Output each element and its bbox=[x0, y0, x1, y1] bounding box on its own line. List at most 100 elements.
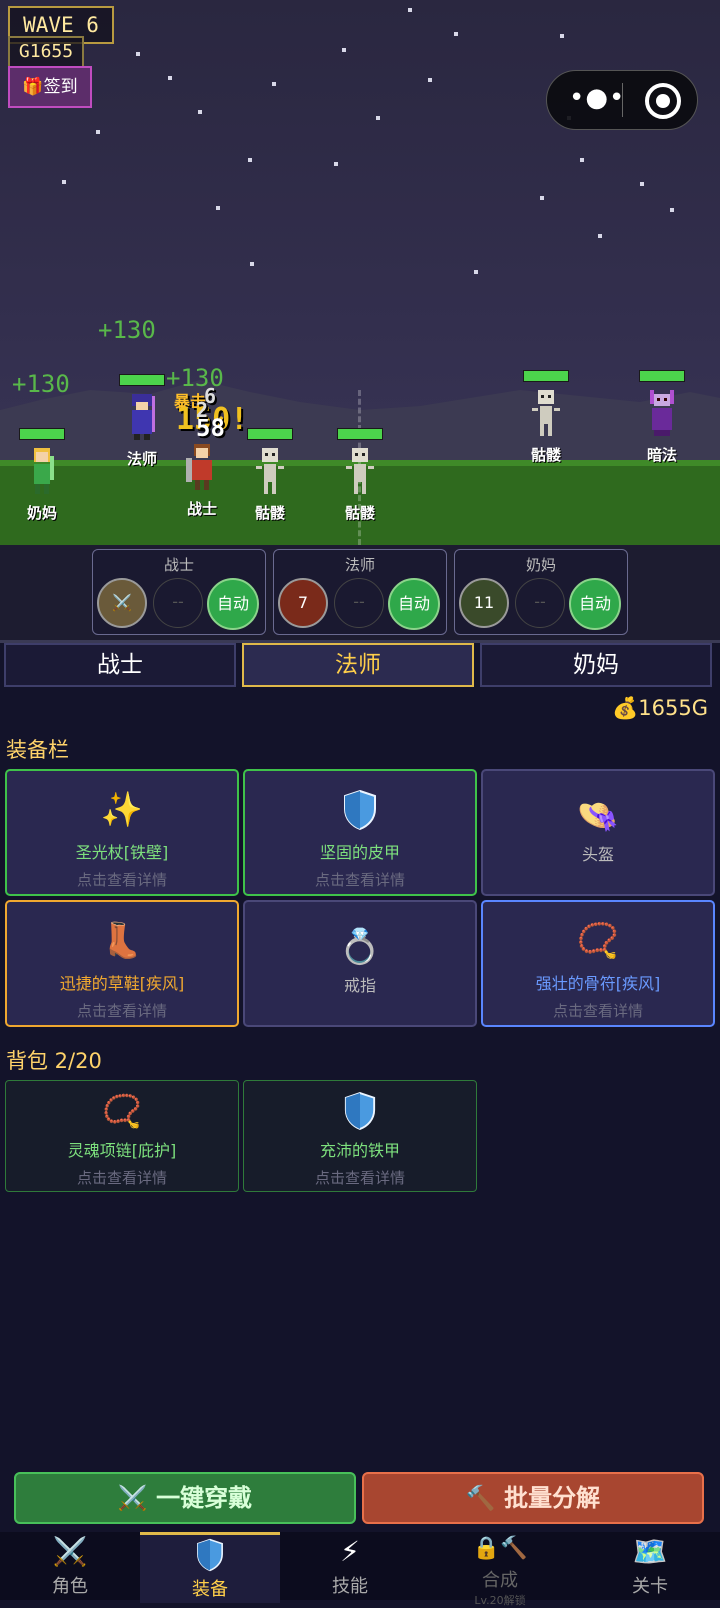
skeleton-sprite bbox=[532, 390, 560, 436]
hero-card-name: 战士 bbox=[163, 556, 194, 574]
bag-item[interactable]: 📿 灵魂项链[庇护] 点击查看详情 bbox=[5, 1080, 239, 1192]
unit-name: 暗法 bbox=[646, 446, 677, 464]
backpack-section-title: 背包 2/20 bbox=[6, 1049, 102, 1073]
helmet-icon: 👒 bbox=[576, 796, 620, 836]
heal-number: +130 bbox=[98, 316, 156, 344]
skill-slot-fire-icon[interactable]: 7 bbox=[278, 578, 328, 628]
star bbox=[428, 78, 432, 82]
bag-item-detail-hint: 点击查看详情 bbox=[76, 1169, 167, 1187]
auto-toggle-button[interactable]: 自动 bbox=[207, 578, 259, 630]
star bbox=[540, 196, 544, 200]
auto-toggle-button[interactable]: 自动 bbox=[569, 578, 621, 630]
nav-stages[interactable]: 🗺️ 关卡 bbox=[580, 1532, 720, 1600]
skeleton-sprite bbox=[256, 448, 284, 494]
bottom-nav: ⚔️ 角色 装备 ⚡ 技能 🔒🔨 合成 Lv.20解锁 🗺️ 关卡 bbox=[0, 1532, 720, 1607]
hp-bar bbox=[19, 428, 65, 440]
unit-dark-mage: 暗法 bbox=[632, 370, 692, 465]
nav-label: 角色 bbox=[52, 1576, 88, 1597]
skill-slot-heart-icon[interactable]: 11 bbox=[459, 578, 509, 628]
tab-nanny[interactable]: 奶妈 bbox=[480, 643, 712, 687]
ring-icon: 💍 bbox=[338, 927, 382, 967]
batch-salvage-button[interactable]: 🔨 批量分解 bbox=[362, 1472, 704, 1524]
tab-warrior[interactable]: 战士 bbox=[4, 643, 236, 687]
auto-toggle-button[interactable]: 自动 bbox=[388, 578, 440, 630]
signin-label: 签到 bbox=[43, 77, 78, 97]
star bbox=[670, 208, 674, 212]
equip-detail-hint: 点击查看详情 bbox=[76, 1002, 167, 1020]
star bbox=[198, 110, 202, 114]
equip-name: 强壮的骨符[疾风] bbox=[535, 974, 661, 993]
tab-mage[interactable]: 法师 bbox=[242, 643, 474, 687]
star bbox=[272, 82, 276, 86]
battle-scene: WAVE 6 G1655 🎁签到 •●• +130 +130 +130 奶妈 法… bbox=[0, 0, 720, 545]
equip-detail-hint: 点击查看详情 bbox=[552, 1002, 643, 1020]
damage-number: 2 bbox=[196, 398, 209, 422]
unit-warrior: 战士 bbox=[172, 442, 232, 519]
equip-all-button[interactable]: ⚔️ 一键穿戴 bbox=[14, 1472, 356, 1524]
nav-skills[interactable]: ⚡ 技能 bbox=[280, 1532, 420, 1600]
nav-label: 合成 bbox=[482, 1570, 518, 1591]
equip-slot-weapon[interactable]: ✨ 圣光杖[铁壁] 点击查看详情 bbox=[5, 769, 239, 896]
swords-icon: ⚔️ bbox=[52, 1535, 88, 1568]
unit-name: 骷髅 bbox=[344, 504, 375, 522]
equip-name: 戒指 bbox=[343, 976, 376, 995]
unit-nanny: 奶妈 bbox=[12, 428, 72, 523]
bag-item[interactable]: 充沛的铁甲 点击查看详情 bbox=[243, 1080, 477, 1192]
mage-sprite bbox=[132, 394, 155, 440]
daily-signin-button[interactable]: 🎁签到 bbox=[8, 66, 92, 108]
equip-slot-boots[interactable]: 👢 迅捷的草鞋[疾风] 点击查看详情 bbox=[5, 900, 239, 1027]
dark-mage-sprite bbox=[650, 390, 674, 436]
nav-character[interactable]: ⚔️ 角色 bbox=[0, 1532, 140, 1600]
lightning-icon: ⚡ bbox=[340, 1535, 360, 1568]
necklace-icon: 📿 bbox=[576, 921, 620, 961]
skeleton-sprite bbox=[346, 448, 374, 494]
equip-slot-ring[interactable]: 💍 戒指 bbox=[243, 900, 477, 1027]
equip-slot-amulet[interactable]: 📿 强壮的骨符[疾风] 点击查看详情 bbox=[481, 900, 715, 1027]
hp-bar bbox=[639, 370, 685, 382]
nav-label: 装备 bbox=[192, 1579, 228, 1600]
nav-crafting[interactable]: 🔒🔨 合成 Lv.20解锁 bbox=[430, 1532, 570, 1607]
hp-bar bbox=[119, 374, 165, 386]
unit-name: 骷髅 bbox=[530, 446, 561, 464]
empty-skill-slot[interactable]: -- bbox=[515, 578, 565, 628]
close-target-icon[interactable] bbox=[645, 83, 681, 119]
warrior-sprite bbox=[186, 444, 212, 490]
star bbox=[96, 130, 100, 134]
star bbox=[342, 48, 346, 52]
unit-mage: 法师 bbox=[112, 374, 172, 469]
necklace-icon: 📿 bbox=[102, 1092, 142, 1130]
star bbox=[168, 76, 172, 80]
hero-card-nanny: 奶妈 11 -- 自动 bbox=[454, 549, 628, 635]
star bbox=[640, 182, 644, 186]
empty-skill-slot[interactable]: -- bbox=[334, 578, 384, 628]
star bbox=[334, 162, 338, 166]
hero-card-warrior: 战士 ⚔️ -- 自动 bbox=[92, 549, 266, 635]
skill-slot-swords-icon[interactable]: ⚔️ bbox=[97, 578, 147, 628]
shield-icon bbox=[140, 1535, 280, 1575]
star bbox=[376, 116, 380, 120]
empty-skill-slot[interactable]: -- bbox=[153, 578, 203, 628]
map-icon: 🗺️ bbox=[632, 1535, 668, 1568]
nav-label: 技能 bbox=[332, 1576, 368, 1597]
lock-hammer-icon: 🔒🔨 bbox=[472, 1536, 528, 1561]
miniprogram-capsule[interactable]: •●• bbox=[546, 70, 698, 130]
equip-slot-helmet[interactable]: 👒 头盔 bbox=[481, 769, 715, 896]
shield-icon bbox=[245, 789, 475, 831]
shield-icon bbox=[244, 1091, 476, 1131]
unit-skeleton: 骷髅 bbox=[330, 428, 390, 523]
hero-card-mage: 法师 7 -- 自动 bbox=[273, 549, 447, 635]
skill-cooldown: 7 bbox=[297, 593, 309, 612]
unlock-requirement: Lv.20解锁 bbox=[474, 1594, 526, 1607]
equip-name: 坚固的皮甲 bbox=[319, 843, 400, 862]
star bbox=[560, 34, 564, 38]
heal-number: +130 bbox=[12, 370, 70, 398]
unit-name: 战士 bbox=[186, 500, 217, 518]
equip-name: 圣光杖[铁壁] bbox=[75, 843, 169, 862]
bag-item-name: 灵魂项链[庇护] bbox=[67, 1141, 177, 1160]
star bbox=[136, 52, 140, 56]
nav-equipment[interactable]: 装备 bbox=[140, 1532, 280, 1603]
equip-slot-armor[interactable]: 坚固的皮甲 点击查看详情 bbox=[243, 769, 477, 896]
unit-name: 骷髅 bbox=[254, 504, 285, 522]
hp-bar bbox=[247, 428, 293, 440]
more-icon[interactable]: •●• bbox=[569, 83, 625, 113]
